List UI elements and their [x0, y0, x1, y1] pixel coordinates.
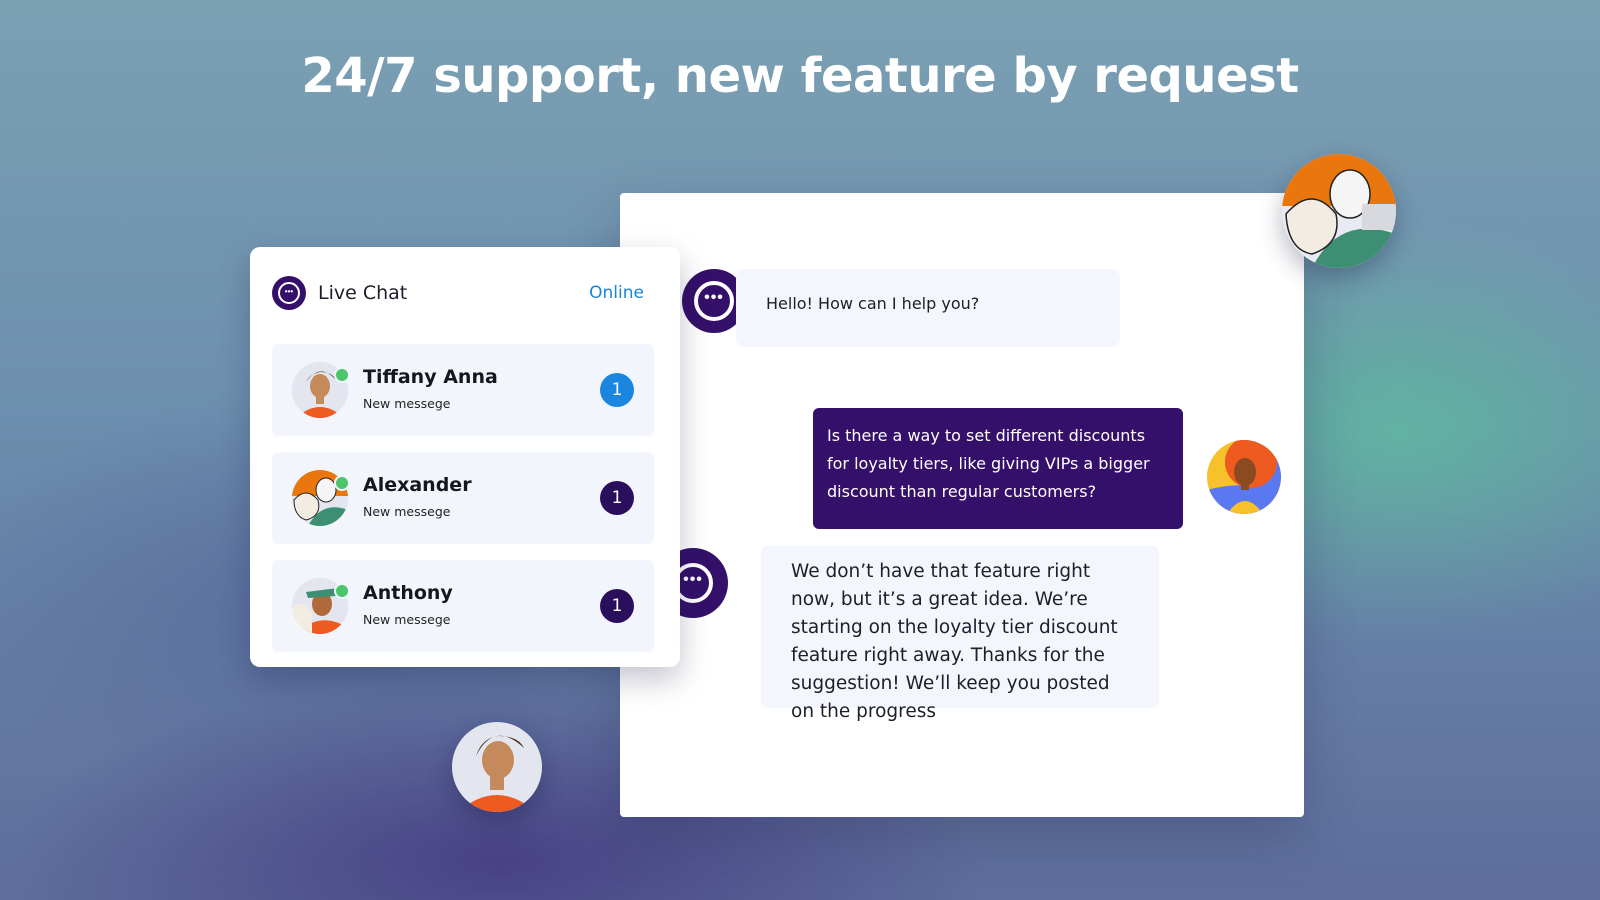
- contact-subtitle: New messege: [363, 396, 451, 411]
- unread-badge: 1: [600, 589, 634, 623]
- live-chat-header: ••• Live Chat Online: [272, 275, 644, 311]
- agent-message: Hello! How can I help you?: [736, 269, 1120, 347]
- contact-name: Anthony: [363, 582, 453, 604]
- unread-badge: 1: [600, 373, 634, 407]
- floating-avatar-tiffany: [452, 722, 542, 812]
- contact-item[interactable]: Anthony New messege 1: [272, 560, 654, 652]
- live-chat-panel: ••• Live Chat Online Tiffany Anna New me…: [250, 247, 680, 667]
- chat-bubble-ellipsis-icon: •••: [694, 281, 734, 321]
- agent-message: We don’t have that feature right now, bu…: [761, 546, 1159, 722]
- unread-badge: 1: [600, 481, 634, 515]
- user-avatar: [1207, 440, 1281, 514]
- online-status: Online: [589, 283, 644, 303]
- contact-item[interactable]: Alexander New messege 1: [272, 452, 654, 544]
- live-chat-logo-icon: •••: [272, 276, 306, 310]
- online-indicator: [334, 475, 350, 491]
- contact-item[interactable]: Tiffany Anna New messege 1: [272, 344, 654, 436]
- floating-avatar-alexander: [1282, 154, 1396, 268]
- contact-name: Alexander: [363, 474, 472, 496]
- conversation-panel: ••• Hello! How can I help you? Is there …: [620, 193, 1304, 817]
- contact-subtitle: New messege: [363, 504, 451, 519]
- contact-name: Tiffany Anna: [363, 366, 498, 388]
- contact-subtitle: New messege: [363, 612, 451, 627]
- headline: 24/7 support, new feature by request: [301, 48, 1299, 104]
- online-indicator: [334, 583, 350, 599]
- user-message: Is there a way to set different discount…: [813, 408, 1183, 529]
- live-chat-title: Live Chat: [318, 282, 408, 304]
- online-indicator: [334, 367, 350, 383]
